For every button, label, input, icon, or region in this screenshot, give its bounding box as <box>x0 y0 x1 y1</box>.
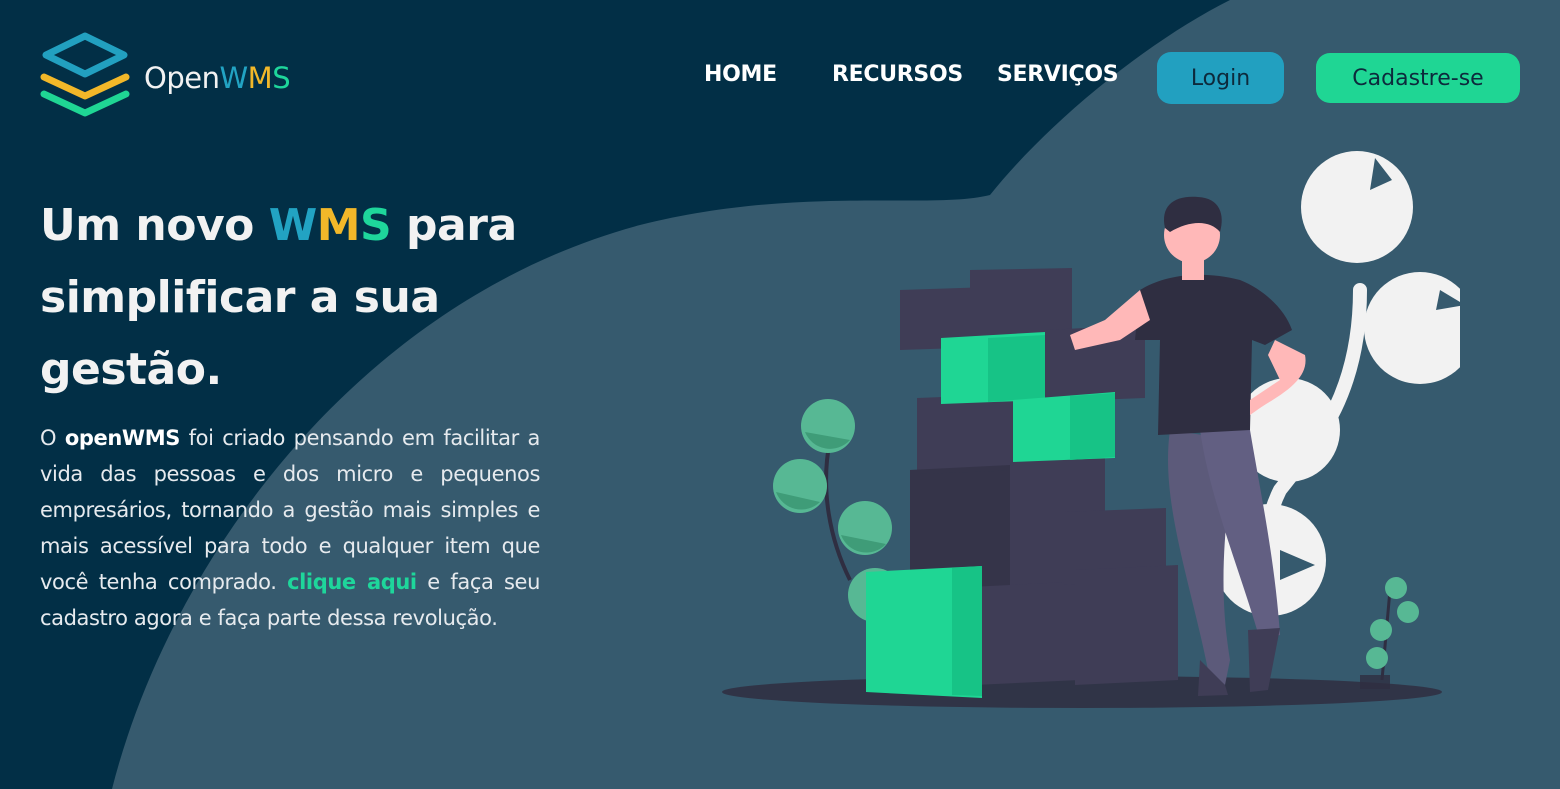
green-sprout-right <box>1360 577 1419 689</box>
hero-illustration <box>722 151 1460 708</box>
signup-link[interactable]: clique aqui <box>287 570 417 594</box>
hero-title: Um novo WMS para simplificar a sua gestã… <box>40 200 517 395</box>
brand-mention: openWMS <box>64 426 180 450</box>
nav-home[interactable]: HOME <box>704 62 777 87</box>
signup-button[interactable]: Cadastre-se <box>1316 53 1520 103</box>
brand-name: OpenWMS <box>144 61 291 95</box>
stacked-layers-icon <box>40 32 130 117</box>
landing-page: OpenWMS HOME RECURSOS SERVIÇOS Login Cad… <box>0 0 1560 789</box>
brand-logo[interactable]: OpenWMS <box>38 32 291 124</box>
login-button[interactable]: Login <box>1157 52 1284 104</box>
hero-description: O openWMS foi criado pensando em facilit… <box>40 426 541 630</box>
nav-recursos[interactable]: RECURSOS <box>832 62 963 87</box>
nav-servicos[interactable]: SERVIÇOS <box>997 62 1119 87</box>
